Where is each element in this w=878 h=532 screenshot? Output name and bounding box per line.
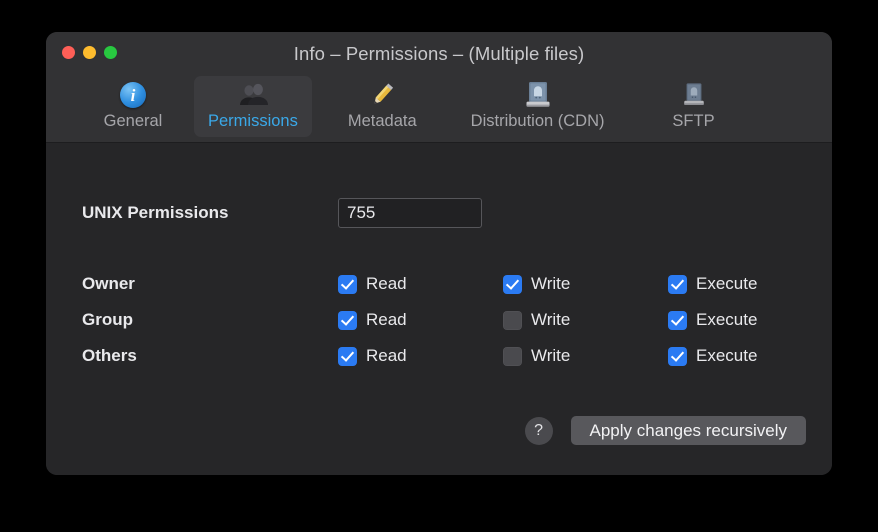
permission-row-owner: Owner Read Write Execute xyxy=(82,266,808,302)
group-read-label: Read xyxy=(366,310,407,330)
tab-general-label: General xyxy=(104,111,163,131)
tab-distribution-cdn[interactable]: Distribution (CDN) xyxy=(457,76,619,137)
unix-permissions-label: UNIX Permissions xyxy=(82,203,338,223)
server-lock-icon xyxy=(681,80,707,110)
others-execute-label: Execute xyxy=(696,346,757,366)
checkbox-box xyxy=(668,311,687,330)
apply-changes-recursively-button[interactable]: Apply changes recursively xyxy=(571,416,806,445)
permission-scope-owner: Owner xyxy=(82,274,338,294)
unix-permissions-input[interactable] xyxy=(338,198,482,228)
checkbox-box xyxy=(668,347,687,366)
permissions-pane: UNIX Permissions Owner Read Write xyxy=(46,143,832,475)
others-execute-checkbox[interactable]: Execute xyxy=(668,346,757,366)
tab-sftp[interactable]: SFTP xyxy=(649,76,739,137)
checkbox-box xyxy=(338,275,357,294)
tab-general[interactable]: i General xyxy=(88,76,178,137)
tab-metadata-label: Metadata xyxy=(348,111,417,131)
tab-sftp-label: SFTP xyxy=(672,111,714,131)
owner-execute-label: Execute xyxy=(696,274,757,294)
others-write-checkbox[interactable]: Write xyxy=(503,346,668,366)
pencil-icon xyxy=(367,80,397,110)
checkbox-box xyxy=(503,275,522,294)
checkbox-box xyxy=(338,347,357,366)
tab-metadata[interactable]: Metadata xyxy=(334,76,431,137)
tab-permissions[interactable]: Permissions xyxy=(194,76,312,137)
others-read-checkbox[interactable]: Read xyxy=(338,346,503,366)
owner-write-label: Write xyxy=(531,274,570,294)
group-read-checkbox[interactable]: Read xyxy=(338,310,503,330)
group-write-checkbox[interactable]: Write xyxy=(503,310,668,330)
checkbox-box xyxy=(338,311,357,330)
permission-matrix: Owner Read Write Execute xyxy=(82,266,808,374)
owner-execute-checkbox[interactable]: Execute xyxy=(668,274,757,294)
checkbox-box xyxy=(668,275,687,294)
group-execute-label: Execute xyxy=(696,310,757,330)
permission-row-group: Group Read Write Execute xyxy=(82,302,808,338)
window-titlebar: Info – Permissions – (Multiple files) xyxy=(46,32,832,76)
group-write-label: Write xyxy=(531,310,570,330)
owner-read-checkbox[interactable]: Read xyxy=(338,274,503,294)
server-icon xyxy=(524,80,552,110)
toolbar-tabs: i General Permissions xyxy=(46,76,832,143)
owner-write-checkbox[interactable]: Write xyxy=(503,274,668,294)
help-button[interactable]: ? xyxy=(525,417,553,445)
window-title: Info – Permissions – (Multiple files) xyxy=(46,43,832,65)
screen: Info – Permissions – (Multiple files) i … xyxy=(0,0,878,532)
permission-scope-others: Others xyxy=(82,346,338,366)
others-read-label: Read xyxy=(366,346,407,366)
tab-permissions-label: Permissions xyxy=(208,111,298,131)
tab-distribution-cdn-label: Distribution (CDN) xyxy=(471,111,605,131)
checkbox-box xyxy=(503,311,522,330)
owner-read-label: Read xyxy=(366,274,407,294)
permission-scope-group: Group xyxy=(82,310,338,330)
permission-row-others: Others Read Write Execute xyxy=(82,338,808,374)
unix-permissions-row: UNIX Permissions xyxy=(82,198,802,228)
pane-footer: ? Apply changes recursively xyxy=(46,416,806,445)
info-icon: i xyxy=(120,80,146,110)
info-window: Info – Permissions – (Multiple files) i … xyxy=(46,32,832,475)
users-icon xyxy=(237,80,269,110)
checkbox-box xyxy=(503,347,522,366)
group-execute-checkbox[interactable]: Execute xyxy=(668,310,757,330)
others-write-label: Write xyxy=(531,346,570,366)
